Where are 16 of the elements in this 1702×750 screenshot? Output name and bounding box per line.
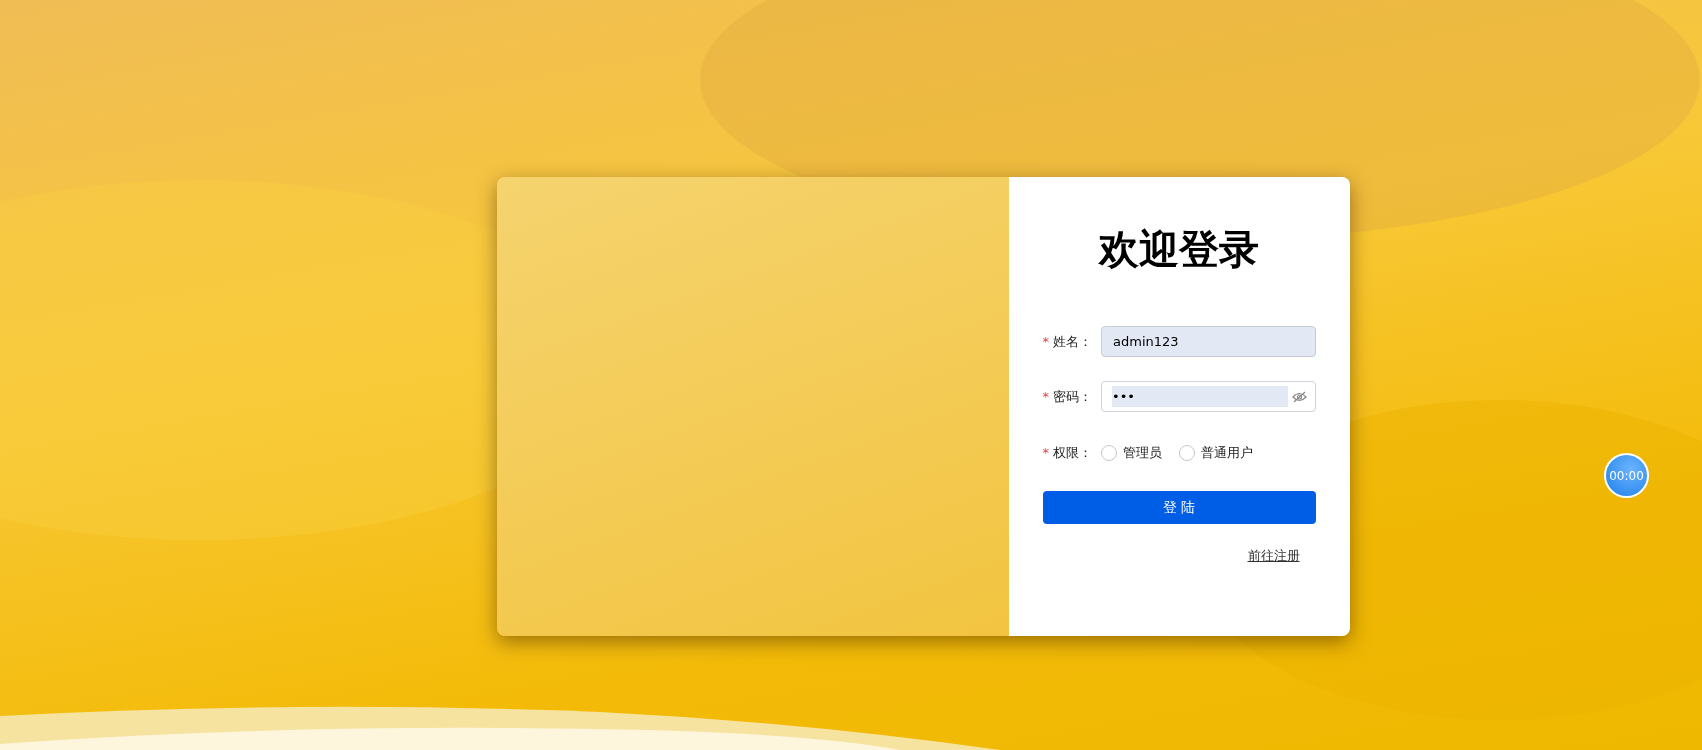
eye-slash-icon[interactable] (1291, 390, 1307, 403)
required-mark: * (1042, 332, 1049, 351)
login-button[interactable]: 登 陆 (1042, 491, 1316, 524)
login-title: 欢迎登录 (1099, 229, 1259, 269)
field-label: 权限： (1053, 444, 1093, 463)
name-field[interactable]: admin123 (1101, 326, 1316, 357)
radio-label[interactable]: 管理员 (1123, 443, 1162, 463)
required-mark: * (1042, 444, 1049, 463)
radio-button[interactable] (1179, 445, 1195, 461)
radio-label[interactable]: 普通用户 (1201, 443, 1253, 463)
register-link[interactable]: 前往注册 (1247, 546, 1300, 566)
radio-button[interactable] (1101, 445, 1117, 461)
field-label: 姓名： (1053, 332, 1093, 351)
field-label: 密码： (1053, 387, 1093, 406)
password-field[interactable]: ••• (1101, 381, 1316, 412)
required-mark: * (1042, 387, 1049, 406)
